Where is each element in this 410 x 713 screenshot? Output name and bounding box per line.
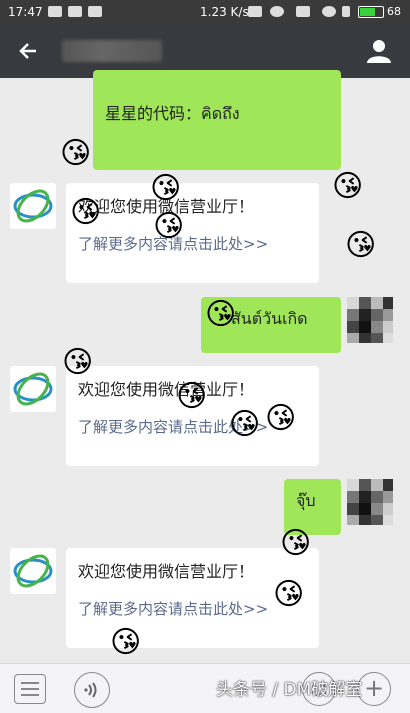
image-icon	[88, 6, 102, 17]
kiss-emoji-icon: 😘	[229, 407, 261, 442]
back-arrow-icon[interactable]	[14, 36, 44, 66]
kiss-emoji-icon: 😘	[273, 577, 305, 612]
status-bar: 17:47 1.23 K/s 68	[0, 0, 410, 24]
avatar-self[interactable]	[347, 479, 393, 525]
sync-icon	[322, 6, 336, 17]
kiss-emoji-icon: 😘	[70, 195, 102, 230]
kiss-emoji-icon: 😘	[150, 171, 182, 206]
message-text: สันต์วันเกิด	[231, 309, 308, 328]
network-speed: 1.23 K/s	[200, 5, 249, 19]
kiss-emoji-icon: 😘	[332, 169, 364, 204]
message-title: 欢迎您使用微信营业厅！	[78, 562, 255, 581]
kiss-emoji-icon: 😘	[345, 228, 377, 263]
keyboard-icon[interactable]	[14, 674, 46, 704]
status-time: 17:47	[8, 5, 43, 19]
kiss-emoji-icon: 😘	[265, 401, 297, 436]
kiss-emoji-icon: 😘	[205, 297, 237, 332]
message-title: 欢迎您使用微信营业厅！	[78, 380, 255, 399]
alarm-icon	[270, 6, 284, 17]
user-icon[interactable]	[366, 38, 392, 64]
wifi-icon	[296, 6, 310, 17]
kiss-emoji-icon: 😘	[280, 526, 312, 561]
kiss-emoji-icon: 😘	[110, 625, 142, 660]
battery-percent: 68	[387, 5, 401, 18]
mail-icon	[48, 6, 62, 17]
avatar[interactable]	[10, 183, 56, 229]
news-icon	[68, 6, 82, 17]
vibrate-icon	[248, 6, 262, 17]
voice-icon[interactable]	[74, 672, 110, 708]
kiss-emoji-icon: 😘	[153, 209, 185, 244]
battery-icon	[358, 6, 384, 18]
watermark: 头条号 / DM破解室	[216, 680, 363, 700]
message-text: จุ๊บ	[296, 491, 316, 510]
message-bubble-sent[interactable]: 星星的代码：คิดถึง	[93, 70, 341, 170]
message-link[interactable]: 了解更多内容请点击此处>>	[78, 598, 268, 619]
kiss-emoji-icon: 😘	[62, 345, 94, 380]
avatar[interactable]	[10, 548, 56, 594]
battery-fill	[360, 8, 375, 16]
charging-icon	[342, 6, 350, 17]
kiss-emoji-icon: 😘	[176, 379, 208, 414]
message-text: 星星的代码：คิดถึง	[105, 104, 240, 123]
avatar-self[interactable]	[347, 297, 393, 343]
kiss-emoji-icon: 😘	[60, 136, 92, 171]
avatar[interactable]	[10, 366, 56, 412]
chat-title-blurred	[62, 40, 162, 62]
